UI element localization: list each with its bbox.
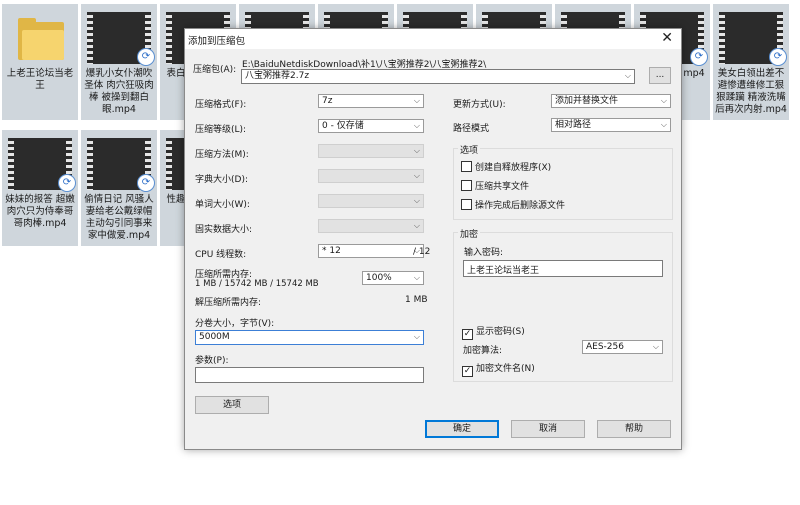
chevron-down-icon: ⌵ xyxy=(413,332,420,341)
path-mode-select[interactable]: 相对路径 ⌵ xyxy=(551,118,671,132)
format-value: 7z xyxy=(322,96,333,106)
solid-select[interactable]: ⌵ xyxy=(318,219,424,233)
sync-badge-icon: ⟳ xyxy=(137,174,155,192)
cpu-total: / 12 xyxy=(413,247,431,257)
solid-label: 固实数据大小: xyxy=(195,225,253,235)
level-label: 压缩等级(L): xyxy=(195,125,247,135)
chevron-down-icon: ⌵ xyxy=(660,96,667,105)
cpu-select[interactable]: * 12 ⌵ xyxy=(318,244,424,258)
cancel-button[interactable]: 取消 xyxy=(511,420,585,438)
video-file-item[interactable]: ⟳ 爆乳小女仆潮吹 圣体 肉穴狂吸肉棒 被操到翻白眼.mp4 xyxy=(81,4,157,120)
delete-source-checkbox[interactable]: 操作完成后删除源文件 xyxy=(461,198,565,211)
enc-method-value: AES-256 xyxy=(586,342,624,352)
chevron-down-icon[interactable]: ⌵ xyxy=(625,70,631,82)
update-select[interactable]: 添加并替换文件 ⌵ xyxy=(551,94,671,108)
encrypt-names-label: 加密文件名(N) xyxy=(476,364,535,374)
chevron-down-icon: ⌵ xyxy=(652,342,659,351)
add-to-archive-dialog: 添加到压缩包 ✕ 压缩包(A): E:\BaiduNetdiskDownload… xyxy=(184,28,682,450)
split-size-input[interactable]: 5000M ⌵ xyxy=(195,330,424,345)
chevron-down-icon: ⌵ xyxy=(413,121,420,130)
delete-source-label: 操作完成后删除源文件 xyxy=(475,201,566,211)
show-password-label: 显示密码(S) xyxy=(476,327,525,337)
mem-percent-select[interactable]: 100% ⌵ xyxy=(362,271,424,285)
cpu-value: * 12 xyxy=(322,246,341,256)
enc-method-select[interactable]: AES-256 ⌵ xyxy=(582,340,663,354)
options-group: 选项 创建自释放程序(X) 压缩共享文件 操作完成后删除源文件 xyxy=(453,143,673,220)
format-label: 压缩格式(F): xyxy=(195,100,247,110)
level-select[interactable]: 0 - 仅存储 ⌵ xyxy=(318,119,424,133)
sync-badge-icon: ⟳ xyxy=(137,48,155,66)
encryption-group-title: 加密 xyxy=(458,227,481,240)
help-button[interactable]: 帮助 xyxy=(597,420,671,438)
video-file-item[interactable]: ⟳ 偷情日记 风骚人 妻给老公戴绿帽 主动勾引同事来 家中做爱.mp4 xyxy=(81,130,157,246)
close-icon[interactable]: ✕ xyxy=(661,30,673,46)
chevron-down-icon: ⌵ xyxy=(413,196,420,205)
format-select[interactable]: 7z ⌵ xyxy=(318,94,424,108)
mem-percent-value: 100% xyxy=(366,273,392,283)
file-name: 偷情日记 风骚人 妻给老公戴绿帽 主动勾引同事来 家中做爱.mp4 xyxy=(84,194,154,241)
sync-badge-icon: ⟳ xyxy=(690,48,708,66)
sfx-label: 创建自释放程序(X) xyxy=(475,163,552,173)
level-value: 0 - 仅存储 xyxy=(322,121,364,131)
update-label: 更新方式(U): xyxy=(453,100,506,110)
file-name: 爆乳小女仆潮吹 圣体 肉穴狂吸肉棒 被操到翻白眼.mp4 xyxy=(84,68,154,115)
archive-name-input[interactable]: 八宝粥推荐2.7z ⌵ xyxy=(241,69,635,84)
check-icon: ✓ xyxy=(462,366,473,377)
dialog-title: 添加到压缩包 xyxy=(188,36,246,47)
folder-item[interactable]: 上老王论坛当老王 xyxy=(2,4,78,120)
check-icon: ✓ xyxy=(462,329,473,340)
folder-icon xyxy=(18,16,64,60)
path-mode-label: 路径模式 xyxy=(453,124,490,134)
video-file-item[interactable]: ⟳ 美女白领出差不 避惨遭维修工狠 狠蹂躏 精液洗嘴 后再次内射.mp4 xyxy=(713,4,789,120)
dict-select[interactable]: ⌵ xyxy=(318,169,424,183)
browse-button[interactable]: ... xyxy=(649,67,671,84)
cpu-label: CPU 线程数: xyxy=(195,250,247,260)
mem-comp-value: 1 MB / 15742 MB / 15742 MB xyxy=(195,279,319,289)
params-label: 参数(P): xyxy=(195,356,229,366)
chevron-down-icon: ⌵ xyxy=(413,221,420,230)
params-input[interactable] xyxy=(195,367,424,383)
shared-label: 压缩共享文件 xyxy=(475,182,530,192)
sync-badge-icon: ⟳ xyxy=(769,48,787,66)
checkbox-icon xyxy=(461,199,472,210)
password-input[interactable]: 上老王论坛当老王 xyxy=(463,260,663,277)
chevron-down-icon: ⌵ xyxy=(413,273,420,282)
mem-decomp-label: 解压缩所需内存: xyxy=(195,298,262,308)
chevron-down-icon: ⌵ xyxy=(413,171,420,180)
chevron-down-icon: ⌵ xyxy=(413,96,420,105)
file-name: 妹妹的报答 超嫩 肉穴只为侍奉哥 哥肉棒.mp4 xyxy=(5,194,75,229)
update-value: 添加并替换文件 xyxy=(555,96,619,106)
encryption-group: 加密 输入密码: 上老王论坛当老王 ✓ 显示密码(S) 加密算法: AES-256… xyxy=(453,227,673,382)
word-label: 单词大小(W): xyxy=(195,200,250,210)
split-size-value: 5000M xyxy=(199,332,230,342)
checkbox-icon xyxy=(461,180,472,191)
video-file-item[interactable]: ⟳ 妹妹的报答 超嫩 肉穴只为侍奉哥 哥肉棒.mp4 xyxy=(2,130,78,246)
file-name: 美女白领出差不 避惨遭维修工狠 狠蹂躏 精液洗嘴 后再次内射.mp4 xyxy=(715,68,787,115)
sfx-checkbox[interactable]: 创建自释放程序(X) xyxy=(461,160,551,173)
chevron-down-icon: ⌵ xyxy=(413,146,420,155)
shared-checkbox[interactable]: 压缩共享文件 xyxy=(461,179,529,192)
path-mode-value: 相对路径 xyxy=(555,120,592,130)
checkbox-icon xyxy=(461,161,472,172)
show-password-checkbox[interactable]: ✓ 显示密码(S) xyxy=(462,324,525,340)
password-label: 输入密码: xyxy=(464,248,504,258)
dialog-titlebar: 添加到压缩包 ✕ xyxy=(185,29,681,49)
options-group-title: 选项 xyxy=(458,143,481,156)
chevron-down-icon: ⌵ xyxy=(660,120,667,129)
dict-label: 字典大小(D): xyxy=(195,175,248,185)
options-button[interactable]: 选项 xyxy=(195,396,269,414)
archive-name-value: 八宝粥推荐2.7z xyxy=(245,71,310,81)
archive-label: 压缩包(A): xyxy=(193,65,237,75)
encrypt-names-checkbox[interactable]: ✓ 加密文件名(N) xyxy=(462,361,535,377)
ok-button[interactable]: 确定 xyxy=(425,420,499,438)
word-select[interactable]: ⌵ xyxy=(318,194,424,208)
mem-decomp-value: 1 MB xyxy=(405,295,428,305)
method-select[interactable]: ⌵ xyxy=(318,144,424,158)
method-label: 压缩方法(M): xyxy=(195,150,249,160)
split-label: 分卷大小，字节(V): xyxy=(195,319,275,329)
file-name: 上老王论坛当老王 xyxy=(6,68,74,91)
enc-method-label: 加密算法: xyxy=(463,346,503,356)
sync-badge-icon: ⟳ xyxy=(58,174,76,192)
